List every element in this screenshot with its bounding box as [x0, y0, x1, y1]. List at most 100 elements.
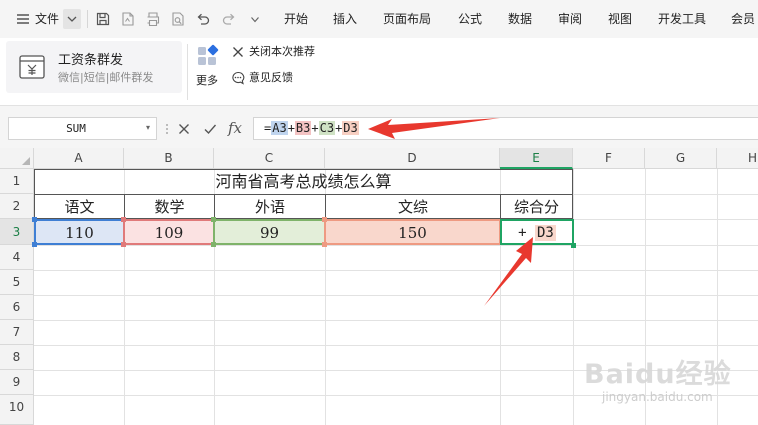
- e3-operator: +: [518, 225, 527, 241]
- payroll-icon: [18, 53, 46, 81]
- cell-b3[interactable]: 109: [123, 219, 215, 245]
- formula-operator: +: [311, 121, 319, 135]
- tab-data[interactable]: 数据: [508, 0, 532, 38]
- ref-handle[interactable]: [32, 217, 37, 222]
- hamburger-menu-icon[interactable]: [15, 11, 31, 27]
- ref-handle[interactable]: [211, 242, 216, 247]
- file-dropdown-button[interactable]: [63, 9, 81, 29]
- quick-access-dropdown-icon[interactable]: [247, 11, 263, 27]
- fill-handle[interactable]: [571, 243, 576, 248]
- formula-bar-handle: [166, 122, 168, 136]
- gridline: [34, 345, 758, 346]
- tab-developer[interactable]: 开发工具: [658, 0, 706, 38]
- gridline: [717, 169, 718, 425]
- close-icon: [231, 45, 245, 59]
- gridline: [34, 295, 758, 296]
- close-recommendation-button[interactable]: 关闭本次推荐: [231, 44, 315, 60]
- select-all-corner[interactable]: [0, 148, 34, 169]
- row-header-8[interactable]: 8: [0, 345, 34, 370]
- column-header-a[interactable]: A: [34, 148, 124, 169]
- spreadsheet-grid: A B C D E F G H 1 2 3 4 5 6 7 8 9 10 河南省…: [0, 148, 758, 425]
- ribbon-divider: [187, 44, 188, 100]
- more-label[interactable]: 更多: [196, 72, 218, 88]
- apps-grid-icon[interactable]: [196, 44, 220, 68]
- tab-member[interactable]: 会员: [731, 0, 755, 38]
- formula-ref-b3: B3: [294, 121, 312, 135]
- ribbon: 工资条群发 微信|短信|邮件群发 更多 关闭本次推荐 意见反馈: [0, 38, 758, 106]
- cell-e3-editing[interactable]: + D3: [500, 219, 574, 245]
- row-header-6[interactable]: 6: [0, 295, 34, 320]
- select-all-triangle-icon: [22, 157, 30, 165]
- formula-ref-a3: A3: [271, 121, 288, 135]
- header-cell-liberal-arts[interactable]: 文综: [325, 194, 501, 219]
- menu-bar: 文件 开始 插入 页面布局 公式 数据 审阅 视图 开发工具 会员: [0, 0, 758, 38]
- chevron-down-icon[interactable]: ▾: [143, 122, 153, 134]
- print-preview-icon[interactable]: [170, 11, 186, 27]
- row-header-3[interactable]: 3: [0, 219, 34, 245]
- cancel-edit-icon[interactable]: [177, 117, 191, 140]
- tab-page-layout[interactable]: 页面布局: [383, 0, 431, 38]
- ref-handle[interactable]: [322, 242, 327, 247]
- ref-handle[interactable]: [32, 242, 37, 247]
- save-icon[interactable]: [95, 11, 111, 27]
- header-cell-math[interactable]: 数学: [124, 194, 215, 219]
- chevron-down-icon: [67, 16, 77, 22]
- tab-review[interactable]: 审阅: [558, 0, 582, 38]
- column-header-f[interactable]: F: [573, 148, 645, 169]
- payroll-subtitle: 微信|短信|邮件群发: [58, 71, 154, 84]
- header-cell-total-score[interactable]: 综合分: [500, 194, 573, 219]
- header-cell-chinese[interactable]: 语文: [34, 194, 125, 219]
- formula-operator: +: [287, 121, 295, 135]
- toolbar-divider: [87, 10, 88, 28]
- gridline: [573, 169, 574, 425]
- gridline: [34, 320, 758, 321]
- formula-bar: SUM ▾ fx =A3+B3+C3+D3: [0, 106, 758, 148]
- ref-handle[interactable]: [121, 217, 126, 222]
- export-pdf-icon[interactable]: [120, 11, 136, 27]
- row-header-4[interactable]: 4: [0, 245, 34, 270]
- print-icon[interactable]: [145, 11, 161, 27]
- row-header-2[interactable]: 2: [0, 194, 34, 219]
- insert-function-button[interactable]: fx: [228, 117, 242, 140]
- header-cell-foreign-language[interactable]: 外语: [214, 194, 326, 219]
- name-box[interactable]: SUM ▾: [8, 117, 157, 140]
- payroll-broadcast-card[interactable]: 工资条群发 微信|短信|邮件群发: [6, 41, 182, 93]
- column-header-c[interactable]: C: [214, 148, 325, 169]
- feedback-label: 意见反馈: [249, 71, 293, 84]
- cell-a3[interactable]: 110: [34, 219, 125, 245]
- column-header-b[interactable]: B: [124, 148, 214, 169]
- formula-input[interactable]: =A3+B3+C3+D3: [253, 117, 758, 140]
- ref-handle[interactable]: [211, 217, 216, 222]
- column-header-h[interactable]: H: [717, 148, 758, 169]
- tab-view[interactable]: 视图: [608, 0, 632, 38]
- undo-icon[interactable]: [195, 11, 211, 27]
- row-header-9[interactable]: 9: [0, 370, 34, 395]
- redo-icon[interactable]: [221, 11, 237, 27]
- tab-formulas[interactable]: 公式: [458, 0, 482, 38]
- row-header-7[interactable]: 7: [0, 320, 34, 345]
- column-header-e[interactable]: E: [500, 148, 573, 169]
- gridline: [34, 245, 758, 246]
- chat-bubble-icon: [231, 71, 245, 85]
- column-header-g[interactable]: G: [645, 148, 717, 169]
- row-header-5[interactable]: 5: [0, 270, 34, 295]
- file-menu[interactable]: 文件: [35, 0, 59, 38]
- formula-ref-c3: C3: [318, 121, 336, 135]
- column-header-d[interactable]: D: [325, 148, 500, 169]
- row-header-10[interactable]: 10: [0, 395, 34, 425]
- confirm-edit-icon[interactable]: [203, 117, 217, 140]
- ref-handle[interactable]: [121, 242, 126, 247]
- tab-home[interactable]: 开始: [284, 0, 308, 38]
- payroll-title: 工资条群发: [58, 53, 124, 68]
- close-recommendation-label: 关闭本次推荐: [249, 45, 315, 58]
- table-title-cell[interactable]: 河南省高考总成绩怎么算: [34, 169, 573, 194]
- ref-handle[interactable]: [322, 217, 327, 222]
- feedback-button[interactable]: 意见反馈: [231, 70, 293, 86]
- cell-d3[interactable]: 150: [324, 219, 501, 245]
- cell-c3[interactable]: 99: [213, 219, 326, 245]
- gridline: [34, 395, 758, 396]
- e3-ref-d3: D3: [535, 225, 556, 241]
- tab-insert[interactable]: 插入: [333, 0, 357, 38]
- name-box-value: SUM: [66, 122, 86, 135]
- row-header-1[interactable]: 1: [0, 169, 34, 194]
